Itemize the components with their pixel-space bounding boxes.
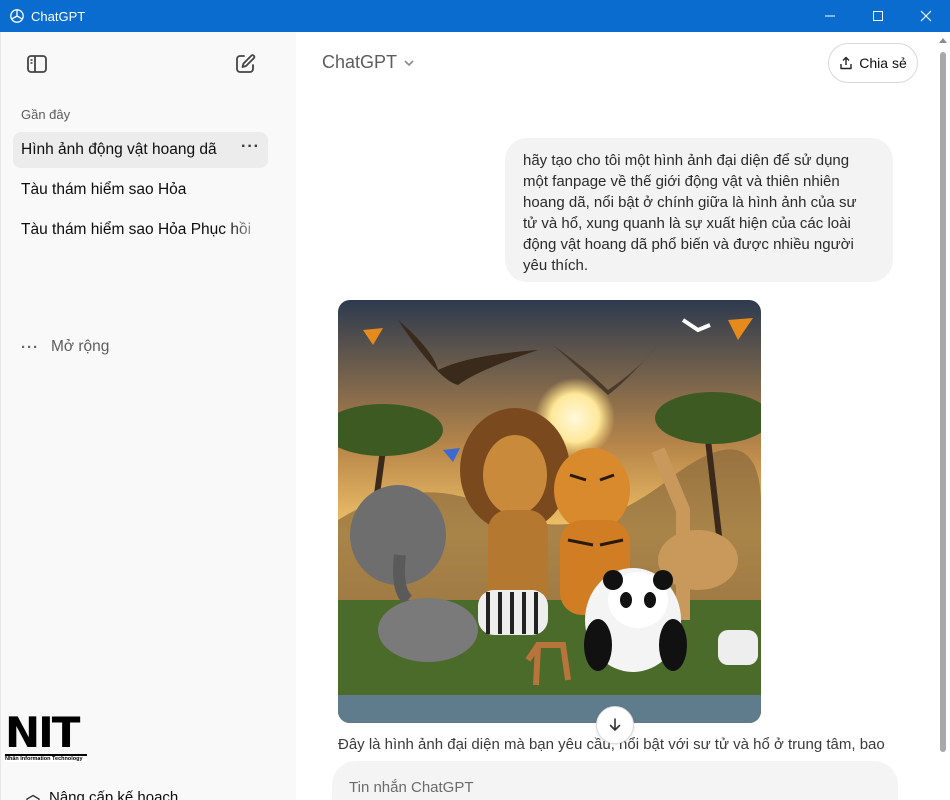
scrollbar-thumb[interactable] bbox=[940, 52, 946, 752]
share-label: Chia sẻ bbox=[859, 55, 907, 71]
expand-label: Mở rộng bbox=[51, 338, 110, 355]
upgrade-icon bbox=[23, 792, 43, 800]
nit-logo-subtitle: Nhân Information Technology bbox=[5, 754, 87, 762]
sidebar-item-mars-rover[interactable]: Tàu thám hiểm sao Hỏa bbox=[13, 172, 268, 208]
sidebar-toggle-icon bbox=[27, 55, 47, 73]
minimize-button[interactable] bbox=[806, 0, 854, 32]
model-name: ChatGPT bbox=[322, 52, 398, 72]
sidebar-item-label: Hình ảnh động vật hoang dã bbox=[21, 141, 217, 158]
share-button[interactable]: Chia sẻ bbox=[828, 43, 918, 83]
share-icon bbox=[839, 56, 853, 70]
new-chat-button[interactable] bbox=[231, 50, 259, 78]
maximize-icon bbox=[873, 11, 883, 21]
user-message: hãy tạo cho tôi một hình ảnh đại diện để… bbox=[505, 138, 893, 282]
scroll-up-arrow-icon[interactable] bbox=[939, 38, 947, 43]
window-controls bbox=[806, 0, 950, 32]
ellipsis-icon[interactable]: ··· bbox=[241, 138, 260, 156]
arrow-down-icon bbox=[609, 718, 621, 732]
sidebar-item-label: Tàu thám hiểm sao Hỏa Phục hồi bbox=[21, 221, 252, 238]
close-button[interactable] bbox=[902, 0, 950, 32]
chevron-down-icon bbox=[403, 57, 415, 69]
minimize-icon bbox=[825, 15, 835, 17]
sidebar-item-wildlife[interactable]: Hình ảnh động vật hoang dã ··· bbox=[13, 132, 268, 168]
message-input[interactable] bbox=[349, 779, 849, 796]
new-chat-icon bbox=[236, 54, 256, 73]
upgrade-plan-button[interactable]: Nâng cấp kế hoạch bbox=[23, 782, 178, 800]
openai-logo-icon bbox=[9, 8, 25, 24]
nit-logo-text: NIT bbox=[5, 708, 80, 757]
scroll-down-button[interactable] bbox=[596, 706, 634, 744]
chat-main: ChatGPT Chia sẻ hãy tạo cho tôi một hình… bbox=[296, 32, 950, 800]
close-icon bbox=[920, 10, 932, 22]
window-titlebar: ChatGPT bbox=[0, 0, 950, 32]
maximize-button[interactable] bbox=[854, 0, 902, 32]
sidebar: Gần đây Hình ảnh động vật hoang dã ··· T… bbox=[0, 32, 296, 800]
main-scrollbar[interactable] bbox=[936, 32, 950, 800]
message-composer bbox=[332, 761, 898, 800]
expand-button[interactable]: ··· Mở rộng bbox=[21, 338, 109, 356]
ellipsis-icon: ··· bbox=[21, 338, 39, 356]
sidebar-item-mars-rover-recovery[interactable]: Tàu thám hiểm sao Hỏa Phục hồi bbox=[13, 212, 268, 248]
model-switcher[interactable]: ChatGPT bbox=[322, 52, 415, 73]
wildlife-poster-image[interactable] bbox=[338, 300, 761, 723]
nit-logo: NIT Nhân Information Technology bbox=[5, 712, 87, 764]
sidebar-item-label: Tàu thám hiểm sao Hỏa bbox=[21, 181, 187, 198]
wildlife-poster-illustration bbox=[338, 300, 761, 723]
window-title: ChatGPT bbox=[31, 8, 86, 24]
sidebar-toggle-button[interactable] bbox=[23, 50, 51, 78]
upgrade-label: Nâng cấp kế hoạch bbox=[49, 788, 179, 800]
recent-section-label: Gần đây bbox=[21, 107, 71, 122]
